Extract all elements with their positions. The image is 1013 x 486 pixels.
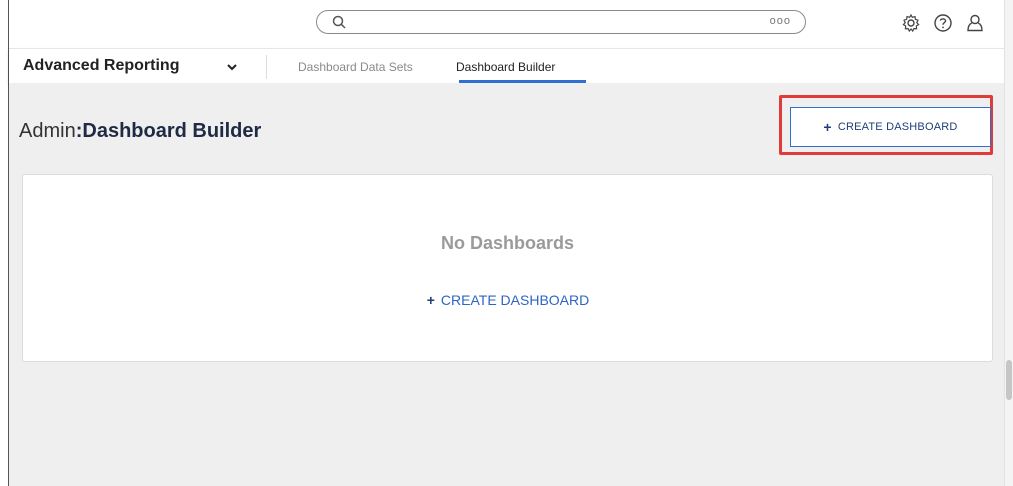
- plus-icon: +: [823, 119, 832, 135]
- user-profile-icon[interactable]: [965, 13, 985, 33]
- module-nav-bar: Advanced Reporting Dashboard Data Sets D…: [9, 48, 1005, 83]
- help-circle-icon[interactable]: [933, 13, 953, 33]
- page-title: Admin:Dashboard Builder: [19, 120, 261, 143]
- top-icon-group: [901, 13, 985, 33]
- chevron-down-icon[interactable]: [226, 61, 238, 73]
- empty-state-title: No Dashboards: [440, 233, 575, 253]
- top-bar: ooo: [9, 0, 1005, 47]
- nav-divider: [266, 55, 267, 79]
- tab-dashboard-builder[interactable]: Dashboard Builder: [456, 60, 555, 74]
- plus-icon: +: [426, 292, 435, 308]
- empty-state-card: No Dashboards + CREATE DASHBOARD: [22, 174, 993, 362]
- settings-gear-icon[interactable]: [901, 13, 921, 33]
- search-bar[interactable]: ooo: [316, 10, 806, 34]
- create-dashboard-button-label: CREATE DASHBOARD: [837, 121, 958, 133]
- page-scrollbar[interactable]: [1004, 0, 1013, 486]
- create-dashboard-link[interactable]: + CREATE DASHBOARD: [403, 289, 613, 311]
- scrollbar-thumb[interactable]: [1006, 360, 1012, 400]
- create-dashboard-link-label: CREATE DASHBOARD: [440, 292, 590, 308]
- app-window: ooo Advanced Reporting Dashboard Data Se…: [8, 0, 1013, 486]
- create-dashboard-button[interactable]: + CREATE DASHBOARD: [790, 107, 991, 147]
- main-content: Admin:Dashboard Builder + CREATE DASHBOA…: [9, 83, 1005, 486]
- module-selector-label[interactable]: Advanced Reporting: [23, 57, 179, 75]
- search-icon: [332, 15, 346, 29]
- page-title-name: Dashboard Builder: [82, 120, 262, 142]
- search-more-options[interactable]: ooo: [770, 15, 791, 27]
- page-title-prefix: Admin: [19, 120, 76, 142]
- tab-dashboard-data-sets[interactable]: Dashboard Data Sets: [298, 60, 413, 74]
